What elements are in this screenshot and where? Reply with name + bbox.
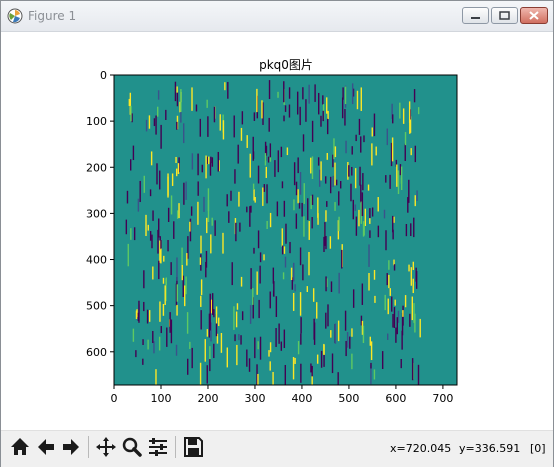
x-tick-label: 0 <box>111 392 118 405</box>
x-tick-label: 300 <box>244 392 265 405</box>
toolbar-separator <box>175 436 176 458</box>
plot-title: pkq0图片 <box>259 58 313 72</box>
window-title: Figure 1 <box>28 9 77 23</box>
configure-subplots-icon <box>149 438 167 456</box>
maximize-button[interactable] <box>491 7 518 24</box>
y-tick-label: 0 <box>100 69 107 82</box>
matplotlib-logo-icon <box>7 8 23 24</box>
zoom-icon <box>122 437 142 457</box>
cursor-x-readout: x=720.045 <box>390 442 452 455</box>
x-tick-label: 600 <box>385 392 406 405</box>
configure-subplots-button[interactable] <box>146 434 170 460</box>
back-icon <box>38 439 54 455</box>
save-button[interactable] <box>181 434 205 460</box>
home-icon <box>11 438 29 455</box>
toolbar: x=720.045 y=336.591 [0] <box>1 430 553 467</box>
figure-window: Figure 1 pkq0图片 0 100 200 300 400 500 600 700 0… <box>0 0 554 467</box>
x-tick-label: 200 <box>197 392 218 405</box>
y-tick-label: 300 <box>86 207 107 220</box>
y-tick-label: 100 <box>86 115 107 128</box>
x-tick-label: 500 <box>338 392 359 405</box>
x-tick-label: 100 <box>150 392 171 405</box>
plot-svg: pkq0图片 0 100 200 300 400 500 600 700 0 100 200 300… <box>86 58 458 405</box>
axes <box>113 74 458 386</box>
zoom-button[interactable] <box>120 434 144 460</box>
y-tick-label: 600 <box>86 346 107 359</box>
minimize-button[interactable] <box>462 7 489 24</box>
pan-button[interactable] <box>94 434 118 460</box>
close-icon <box>529 11 539 20</box>
maximize-icon <box>499 11 510 20</box>
back-button[interactable] <box>34 434 58 460</box>
forward-icon <box>63 439 79 455</box>
y-axis: 0 100 200 300 400 500 600 <box>86 69 114 359</box>
minimize-icon <box>471 17 480 19</box>
save-icon <box>184 437 203 457</box>
pan-icon <box>96 437 116 457</box>
pixel-value-readout: [0] <box>530 442 546 455</box>
y-tick-label: 200 <box>86 161 107 174</box>
y-tick-label: 500 <box>86 300 107 313</box>
forward-button[interactable] <box>59 434 83 460</box>
cursor-y-readout: y=336.591 <box>459 442 521 455</box>
x-tick-label: 400 <box>291 392 312 405</box>
title-bar: Figure 1 <box>1 1 553 32</box>
x-tick-label: 700 <box>432 392 453 405</box>
figure-canvas[interactable]: pkq0图片 0 100 200 300 400 500 600 700 0 100 200 300… <box>1 32 553 430</box>
x-axis: 0 100 200 300 400 500 600 700 <box>111 385 453 405</box>
close-button[interactable] <box>520 7 548 24</box>
y-tick-label: 400 <box>86 254 107 267</box>
toolbar-separator <box>88 436 89 458</box>
home-button[interactable] <box>8 434 32 460</box>
